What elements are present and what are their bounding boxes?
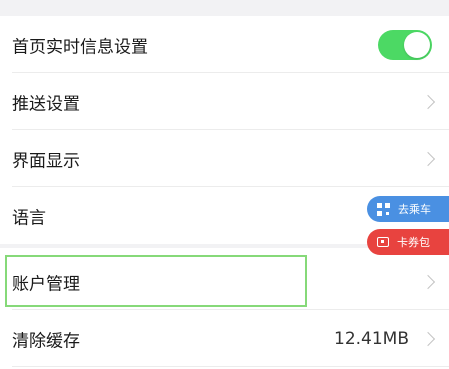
settings-row-push[interactable]: 推送设置 — [0, 73, 449, 130]
chevron-right-icon — [420, 274, 436, 289]
realtime-info-toggle[interactable] — [378, 29, 432, 60]
settings-row-display[interactable]: 界面显示 — [0, 130, 449, 187]
chevron-right-icon — [420, 94, 436, 109]
clear-cache-label: 清除缓存 — [12, 331, 80, 351]
realtime-info-label: 首页实时信息设置 — [12, 37, 148, 57]
qr-code-icon — [377, 202, 390, 216]
ride-button-label: 去乘车 — [398, 203, 431, 216]
ticket-icon — [377, 237, 389, 247]
settings-row-realtime-info[interactable]: 首页实时信息设置 — [0, 16, 449, 73]
cache-size-value: 12.41MB — [334, 328, 409, 349]
toggle-knob — [404, 31, 430, 58]
language-label: 语言 — [12, 208, 46, 228]
chevron-right-icon — [420, 331, 436, 346]
settings-row-clear-cache[interactable]: 清除缓存 12.41MB — [0, 310, 449, 367]
card-wallet-button[interactable]: 卡券包 — [367, 229, 449, 255]
display-label: 界面显示 — [12, 151, 80, 171]
push-settings-label: 推送设置 — [12, 94, 80, 114]
account-row-highlight — [5, 255, 307, 307]
chevron-right-icon — [420, 151, 436, 166]
card-wallet-label: 卡券包 — [397, 236, 430, 249]
row-divider — [12, 366, 449, 367]
ride-button[interactable]: 去乘车 — [367, 196, 449, 222]
top-spacer — [0, 0, 449, 16]
